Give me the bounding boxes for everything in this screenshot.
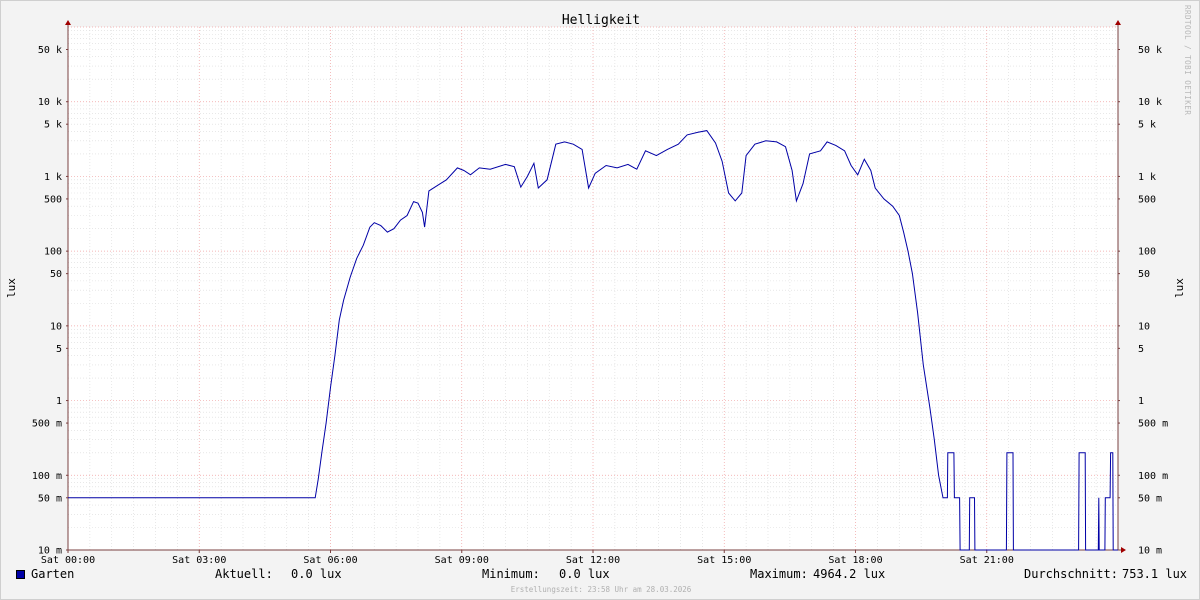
x-tick-label: Sat 03:00 [172, 555, 226, 566]
y-tick-label-right: 10 k [1138, 97, 1162, 108]
x-tick-label: Sat 18:00 [828, 555, 882, 566]
x-tick-label: Sat 06:00 [303, 555, 357, 566]
y-tick-label-left: 5 k [44, 120, 62, 131]
y-tick-label-left: 50 [50, 269, 62, 280]
legend-aktuell-label: Aktuell: [215, 567, 273, 581]
y-tick-label-left: 10 [50, 321, 62, 332]
rrdtool-credit: RRDTOOL / TOBI OETIKER [1183, 5, 1192, 116]
y-axis-title-right: lux [1173, 278, 1186, 298]
y-tick-label-right: 100 m [1138, 471, 1168, 482]
legend-swatch-garten [16, 570, 25, 579]
y-tick-label-right: 50 m [1138, 493, 1162, 504]
y-tick-label-left: 100 m [32, 471, 62, 482]
y-tick-label-left: 500 [44, 194, 62, 205]
y-tick-label-left: 10 k [38, 97, 62, 108]
y-tick-label-right: 10 [1138, 321, 1150, 332]
y-tick-label-right: 5 k [1138, 120, 1156, 131]
legend-durchschnitt-label: Durchschnitt: [1024, 567, 1118, 581]
legend-maximum-value: 4964.2 lux [813, 567, 886, 581]
y-tick-label-right: 500 m [1138, 419, 1168, 430]
x-tick-label: Sat 21:00 [960, 555, 1014, 566]
y-tick-label-right: 500 [1138, 194, 1156, 205]
y-tick-label-right: 1 k [1138, 172, 1156, 183]
legend-aktuell-value: 0.0 lux [291, 567, 342, 581]
creation-time-footer: Erstellungszeit: 23:58 Uhr am 28.03.2026 [510, 585, 692, 594]
y-tick-label-right: 1 [1138, 396, 1144, 407]
legend-durchschnitt-value: 753.1 lux [1122, 567, 1188, 581]
x-tick-label: Sat 15:00 [697, 555, 751, 566]
x-tick-label: Sat 00:00 [41, 555, 95, 566]
y-tick-label-right: 50 [1138, 269, 1150, 280]
legend-minimum-label: Minimum: [482, 567, 540, 581]
y-axis-title-left: lux [5, 278, 18, 298]
y-tick-label-left: 500 m [32, 419, 62, 430]
legend-maximum-label: Maximum: [750, 567, 808, 581]
y-tick-label-left: 5 [56, 344, 62, 355]
y-tick-label-right: 50 k [1138, 45, 1162, 56]
legend-series-name: Garten [31, 567, 75, 581]
x-axis-arrow [1121, 547, 1126, 553]
graph-frame: 10 m 10 m 50 m 50 m 100 m 100 m 500 m 500 m1155… [0, 0, 1200, 600]
y-axis-right-arrow [1115, 20, 1121, 25]
y-tick-label-right: 5 [1138, 344, 1144, 355]
y-tick-label-right: 10 m [1138, 546, 1162, 557]
y-tick-label-left: 1 [56, 396, 62, 407]
brightness-chart: 10 m 10 m50 m 50 m100 m 100 m500 m 500 m1 15 5… [5, 13, 1186, 566]
y-tick-label-left: 1 k [44, 172, 62, 183]
y-tick-label-left: 50 k [38, 45, 62, 56]
y-tick-label-left: 100 [44, 247, 62, 258]
x-tick-label: Sat 12:00 [566, 555, 620, 566]
chart-title: Helligkeit [562, 13, 640, 28]
legend-minimum-value: 0.0 lux [559, 567, 610, 581]
y-axis-left-arrow [65, 20, 71, 25]
x-tick-label: Sat 09:00 [435, 555, 489, 566]
y-tick-label-right: 100 [1138, 247, 1156, 258]
y-tick-label-left: 50 m [38, 493, 62, 504]
